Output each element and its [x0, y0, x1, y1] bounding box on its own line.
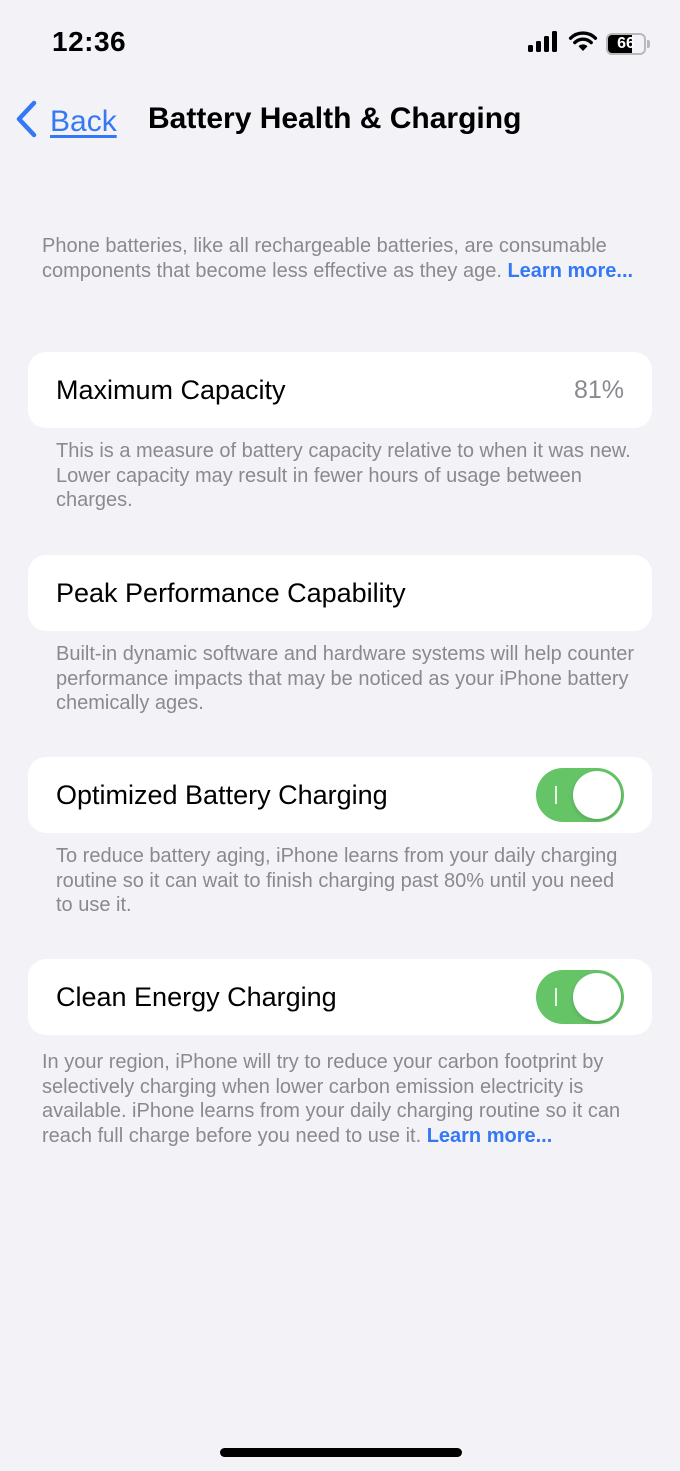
- back-label: Back: [50, 104, 117, 138]
- cellular-signal-icon: [528, 30, 560, 57]
- learn-more-link[interactable]: Learn more...: [427, 1125, 553, 1147]
- chevron-left-icon: [14, 100, 38, 143]
- wifi-icon: [568, 30, 598, 57]
- status-time: 12:36: [52, 26, 127, 57]
- maximum-capacity-label: Maximum Capacity: [56, 374, 286, 405]
- maximum-capacity-value: 81%: [573, 375, 624, 404]
- intro-text: Phone batteries, like all rechargeable b…: [42, 234, 642, 283]
- clean-energy-row: Clean Energy Charging: [28, 959, 652, 1035]
- clean-energy-toggle[interactable]: [536, 970, 624, 1024]
- optimized-charging-note: To reduce battery aging, iPhone learns f…: [56, 845, 618, 916]
- maximum-capacity-note: This is a measure of battery capacity re…: [56, 440, 631, 511]
- back-button[interactable]: Back: [14, 100, 117, 143]
- toggle-on-indicator: [555, 786, 557, 804]
- clean-energy-label: Clean Energy Charging: [56, 981, 337, 1012]
- battery-icon: 66: [606, 32, 650, 56]
- peak-performance-label: Peak Performance Capability: [56, 577, 406, 608]
- optimized-charging-row: Optimized Battery Charging: [28, 757, 652, 833]
- status-bar: 12:36 66: [0, 0, 680, 86]
- battery-level-text: 66: [617, 34, 635, 52]
- status-icons: 66: [528, 30, 650, 57]
- optimized-charging-toggle[interactable]: [536, 768, 624, 822]
- navigation-bar: Back Battery Health & Charging: [0, 96, 680, 146]
- toggle-knob: [573, 771, 621, 819]
- toggle-on-indicator: [555, 988, 557, 1006]
- maximum-capacity-row: Maximum Capacity 81%: [28, 352, 652, 428]
- toggle-knob: [573, 973, 621, 1021]
- page-title: Battery Health & Charging: [148, 102, 522, 135]
- learn-more-link[interactable]: Learn more...: [507, 260, 633, 282]
- peak-performance-row: Peak Performance Capability: [28, 555, 652, 631]
- peak-performance-note: Built-in dynamic software and hardware s…: [56, 643, 635, 714]
- home-indicator[interactable]: [220, 1448, 462, 1457]
- optimized-charging-label: Optimized Battery Charging: [56, 779, 388, 810]
- clean-energy-note: In your region, iPhone will try to reduc…: [42, 1050, 642, 1148]
